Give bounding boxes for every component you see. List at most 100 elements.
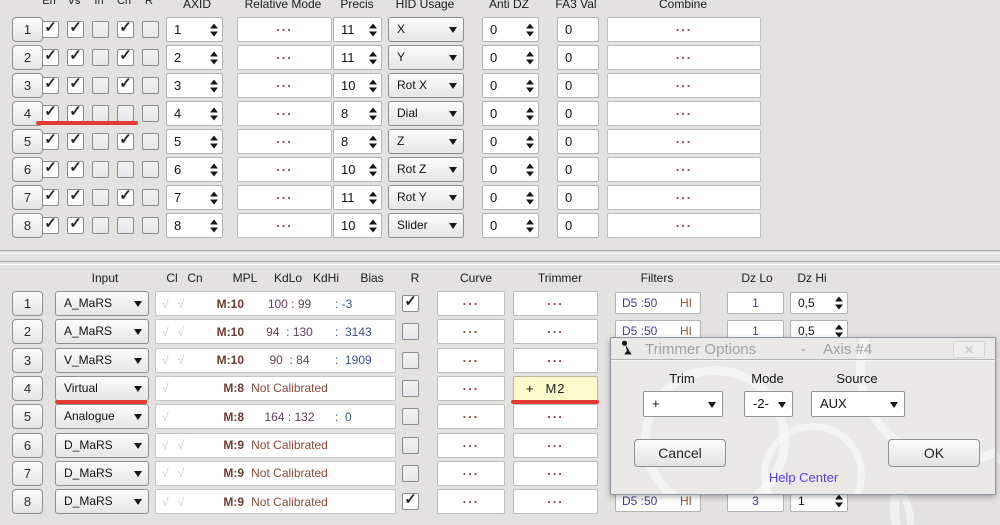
anti-dz-spinner[interactable]: 0 — [482, 129, 539, 154]
hid-usage-dropdown[interactable]: Dial — [388, 101, 464, 126]
axid-spinner[interactable]: 7 — [166, 185, 223, 210]
spinner-arrows-icon[interactable] — [210, 219, 218, 232]
enable-checkbox[interactable]: ✓ — [42, 104, 59, 122]
curve-button[interactable]: ... — [437, 347, 505, 373]
vs-checkbox[interactable]: ✓ — [67, 76, 84, 94]
vs-checkbox[interactable]: ✓ — [67, 132, 84, 150]
spinner-arrows-icon[interactable] — [210, 191, 218, 204]
spinner-arrows-icon[interactable] — [210, 107, 218, 120]
spinner-arrows-icon[interactable] — [526, 107, 534, 120]
relative-mode-button[interactable]: ... — [237, 157, 332, 182]
relative-mode-button[interactable]: ... — [237, 17, 332, 42]
hid-usage-dropdown[interactable]: Rot X — [388, 73, 464, 98]
precis-spinner[interactable]: 11 — [333, 45, 382, 70]
trimmer-button[interactable]: ... — [513, 489, 598, 515]
spinner-arrows-icon[interactable] — [210, 135, 218, 148]
spinner-arrows-icon[interactable] — [210, 23, 218, 36]
filters-field[interactable]: D5 :50 HI — [615, 292, 701, 314]
axid-spinner[interactable]: 8 — [166, 213, 223, 238]
in-checkbox[interactable] — [92, 217, 109, 234]
cn-checkbox[interactable]: ✓ — [117, 188, 134, 206]
spinner-arrows-icon[interactable] — [835, 324, 843, 338]
spinner-arrows-icon[interactable] — [369, 79, 377, 92]
anti-dz-spinner[interactable]: 0 — [482, 17, 539, 42]
fa3-val-field[interactable]: 0 — [557, 185, 599, 210]
vs-checkbox[interactable]: ✓ — [67, 160, 84, 178]
combine-button[interactable]: ... — [607, 17, 761, 42]
anti-dz-spinner[interactable]: 0 — [482, 45, 539, 70]
curve-button[interactable]: ... — [437, 291, 505, 316]
vs-checkbox[interactable]: ✓ — [67, 104, 84, 122]
fa3-val-field[interactable]: 0 — [557, 157, 599, 182]
ok-button[interactable]: OK — [888, 439, 980, 467]
trimmer-button[interactable]: ... — [513, 460, 598, 486]
fa3-val-field[interactable]: 0 — [557, 129, 599, 154]
hid-usage-dropdown[interactable]: X — [388, 17, 464, 42]
cn-checkbox[interactable]: ✓ — [117, 48, 134, 66]
precis-spinner[interactable]: 8 — [333, 101, 382, 126]
spinner-arrows-icon[interactable] — [369, 23, 377, 36]
row-number-button[interactable]: 5 — [12, 129, 43, 154]
row-number-button[interactable]: 8 — [12, 489, 43, 515]
row-number-button[interactable]: 5 — [12, 404, 43, 430]
dz-lo-field[interactable]: 1 — [727, 292, 784, 314]
precis-spinner[interactable]: 11 — [333, 17, 382, 42]
row-number-button[interactable]: 2 — [12, 319, 43, 345]
trimmer-button[interactable]: ... — [513, 291, 598, 316]
spinner-arrows-icon[interactable] — [369, 163, 377, 176]
curve-button[interactable]: ... — [437, 319, 505, 345]
hid-usage-dropdown[interactable]: Rot Z — [388, 157, 464, 182]
input-source-dropdown[interactable]: A_MaRS — [55, 291, 149, 316]
trimmer-button[interactable]: ... — [513, 347, 598, 373]
in-checkbox[interactable] — [92, 189, 109, 206]
vs-checkbox[interactable]: ✓ — [67, 20, 84, 38]
reverse-checkbox[interactable]: ✓ — [402, 294, 419, 312]
row-number-button[interactable]: 2 — [12, 45, 43, 70]
reverse-checkbox[interactable] — [402, 464, 419, 482]
trimmer-button[interactable]: ... — [513, 404, 598, 430]
vs-checkbox[interactable]: ✓ — [67, 48, 84, 66]
hid-usage-dropdown[interactable]: Z — [388, 129, 464, 154]
row-number-button[interactable]: 4 — [12, 375, 43, 401]
combine-button[interactable]: ... — [607, 185, 761, 210]
r-checkbox[interactable] — [142, 189, 159, 206]
dz-hi-spinner[interactable]: 0,5 — [790, 292, 848, 314]
spinner-arrows-icon[interactable] — [210, 79, 218, 92]
fa3-val-field[interactable]: 0 — [557, 73, 599, 98]
axid-spinner[interactable]: 4 — [166, 101, 223, 126]
in-checkbox[interactable] — [92, 77, 109, 94]
r-checkbox[interactable] — [142, 49, 159, 66]
anti-dz-spinner[interactable]: 0 — [482, 101, 539, 126]
input-source-dropdown[interactable]: D_MaRS — [55, 460, 149, 486]
precis-spinner[interactable]: 11 — [333, 185, 382, 210]
relative-mode-button[interactable]: ... — [237, 101, 332, 126]
row-number-button[interactable]: 7 — [12, 460, 43, 486]
row-number-button[interactable]: 3 — [12, 347, 43, 373]
input-source-dropdown[interactable]: D_MaRS — [55, 432, 149, 458]
enable-checkbox[interactable]: ✓ — [42, 160, 59, 178]
row-number-button[interactable]: 3 — [12, 73, 43, 98]
relative-mode-button[interactable]: ... — [237, 73, 332, 98]
fa3-val-field[interactable]: 0 — [557, 17, 599, 42]
spinner-arrows-icon[interactable] — [369, 51, 377, 64]
vs-checkbox[interactable]: ✓ — [67, 216, 84, 234]
cn-checkbox[interactable]: ✓ — [117, 20, 134, 38]
row-number-button[interactable]: 7 — [12, 185, 43, 210]
spinner-arrows-icon[interactable] — [526, 135, 534, 148]
precis-spinner[interactable]: 10 — [333, 157, 382, 182]
anti-dz-spinner[interactable]: 0 — [482, 73, 539, 98]
spinner-arrows-icon[interactable] — [369, 107, 377, 120]
relative-mode-button[interactable]: ... — [237, 185, 332, 210]
cancel-button[interactable]: Cancel — [634, 439, 726, 467]
close-icon[interactable]: ✕ — [953, 341, 985, 358]
hid-usage-dropdown[interactable]: Rot Y — [388, 185, 464, 210]
mode-dropdown[interactable]: -2- — [744, 391, 793, 417]
row-number-button[interactable]: 1 — [12, 17, 43, 42]
input-source-dropdown[interactable]: Virtual — [55, 375, 149, 401]
r-checkbox[interactable] — [142, 133, 159, 150]
combine-button[interactable]: ... — [607, 129, 761, 154]
anti-dz-spinner[interactable]: 0 — [482, 213, 539, 238]
r-checkbox[interactable] — [142, 217, 159, 234]
curve-button[interactable]: ... — [437, 489, 505, 515]
in-checkbox[interactable] — [92, 161, 109, 178]
